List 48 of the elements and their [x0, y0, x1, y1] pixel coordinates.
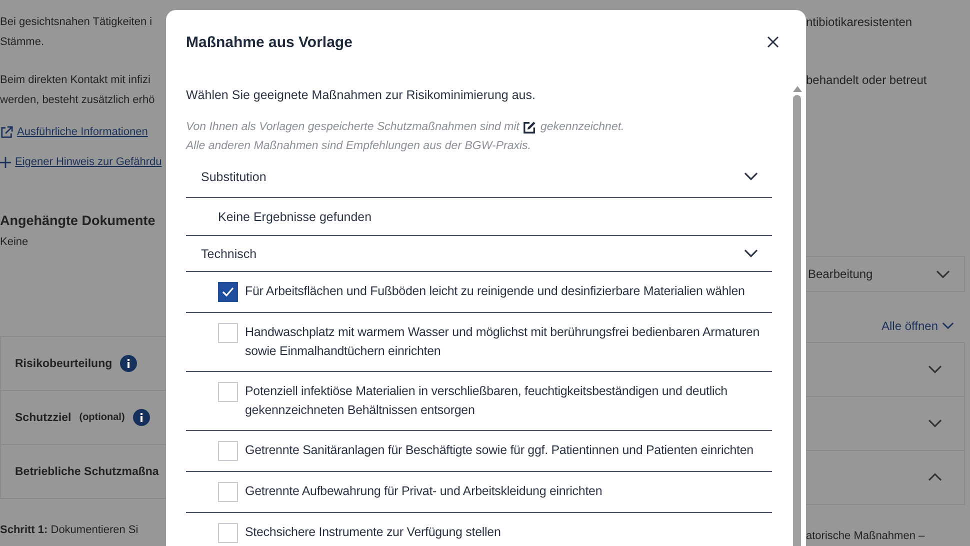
hint-text: Von Ihnen als Vorlagen gespeicherte Schutzmaßnahmen sind mit	[186, 120, 520, 135]
hint-text: Alle anderen Maßnahmen sind Empfehlungen aus der BGW-Praxis.	[186, 139, 532, 154]
chevron-down-icon	[942, 322, 954, 330]
status-select[interactable]: Bearbeitung	[806, 256, 965, 292]
section-heading: Angehängte Dokumente	[0, 212, 156, 230]
section-title[interactable]: Risikobeurteilung	[15, 358, 112, 370]
hint-text: gekennzeichnet.	[540, 120, 624, 135]
step-text: atorische Maßnahmen –	[806, 529, 926, 544]
body-text: Stämme.	[0, 35, 46, 50]
step-text: Schritt 1: Dokumentieren Si	[0, 523, 140, 538]
add-note-link[interactable]: Eigener Hinweis zur Gefährdu	[15, 156, 162, 168]
plus-icon	[0, 156, 11, 168]
body-text: Bei gesichtsnahen Tätigkeiten i	[0, 15, 154, 30]
edit-icon	[523, 121, 536, 134]
body-text: behandelt oder betreut	[806, 72, 928, 89]
measure-label: Für Arbeitsflächen und Fußböden leicht zu reinigende und desinfizierbare Materialien wählen	[245, 283, 745, 300]
chevron-down-icon	[744, 249, 758, 258]
check-icon	[222, 287, 234, 297]
chevron-down-icon	[928, 365, 942, 374]
category-header[interactable]: Technisch	[186, 236, 772, 272]
category-header[interactable]: Substitution	[186, 156, 772, 198]
measure-label: Getrennte Sanitäranlagen für Beschäftigte sowie für ggf. Patientinnen und Patienten einrichten	[245, 442, 754, 459]
body-text: werden, besteht zusätzlich erhö	[0, 93, 156, 108]
chevron-down-icon	[744, 172, 758, 181]
measure-label: Potenziell infektiöse Materialien in verschließbaren, feuchtigkeitsbeständigen und deutlich gekennzeichneten Behältnissen entsorgen	[245, 383, 728, 419]
section-title[interactable]: Betriebliche Schutzmaßna	[15, 466, 159, 478]
measure-label: Handwaschplatz mit warmem Wasser und möglichst mit berührungsfrei bedienbaren Armaturen sowie Einmalhandtüchern einrichten	[245, 324, 760, 360]
body-text: Beim direkten Kontakt mit infizi	[0, 73, 152, 88]
info-link[interactable]: Ausführliche Informationen	[17, 126, 148, 138]
dialog-title: Maßnahme aus Vorlage	[186, 34, 352, 50]
scroll-up-icon[interactable]	[792, 86, 802, 92]
info-icon[interactable]	[132, 409, 150, 426]
external-link-icon	[0, 126, 13, 138]
measure-label: Stechsichere Instrumente zur Verfügung stellen	[245, 524, 501, 541]
scrollbar-thumb[interactable]	[793, 95, 801, 546]
body-text: ntibiotikaresistenten	[806, 14, 914, 31]
info-icon[interactable]	[120, 355, 138, 372]
documents-value: Keine	[0, 235, 30, 250]
measure-label: Getrennte Aufbewahrung für Privat- und Arbeitskleidung einrichten	[245, 483, 602, 500]
expand-all-button[interactable]: Alle öffnen	[882, 316, 954, 336]
checkbox[interactable]	[218, 282, 238, 302]
intro-text: Wählen Sie geeignete Maßnahmen zur Risikominimierung aus.	[186, 87, 536, 104]
section-title[interactable]: Schutzziel	[15, 412, 72, 424]
empty-message: Keine Ergebnisse gefunden	[186, 198, 772, 236]
chevron-down-icon	[936, 270, 950, 278]
section-note: (optional)	[79, 412, 125, 423]
chevron-up-icon	[928, 473, 942, 482]
chevron-down-icon	[928, 419, 942, 428]
